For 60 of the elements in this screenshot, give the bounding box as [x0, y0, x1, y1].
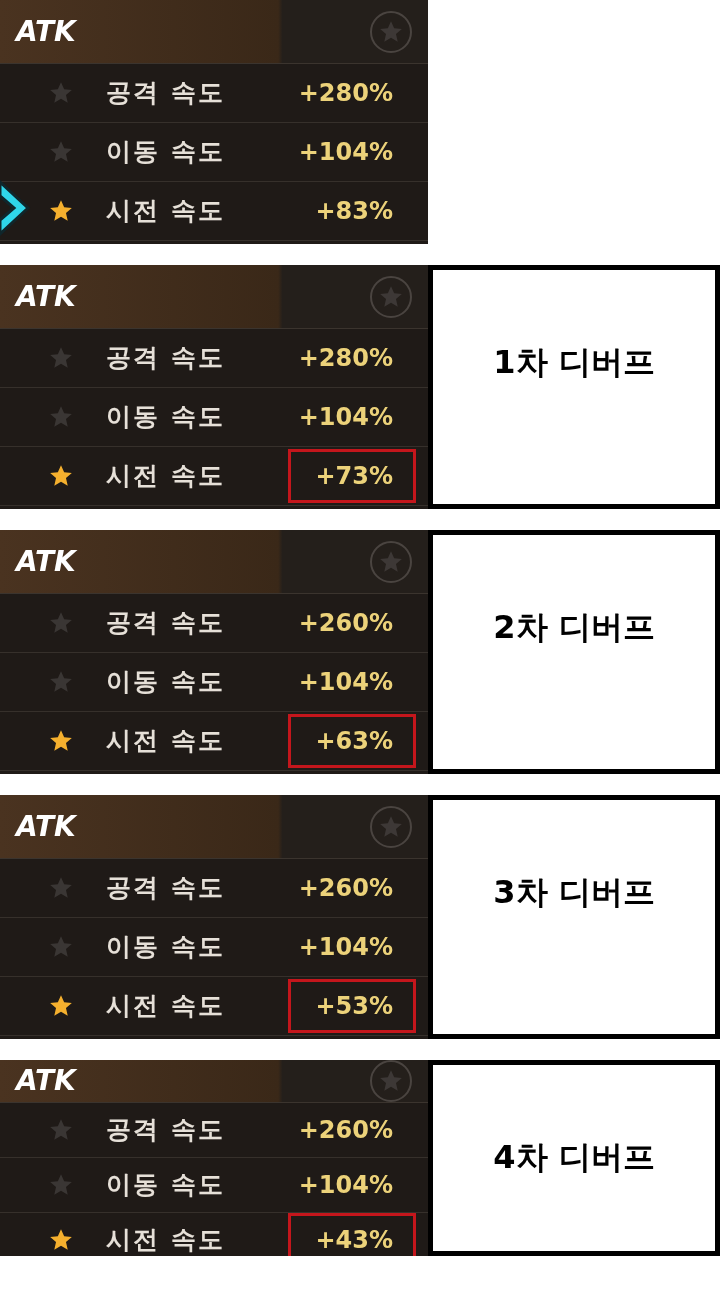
star-icon[interactable]	[48, 80, 74, 106]
stat-label: 이동 속도	[106, 666, 226, 699]
panel-title: ATK	[16, 13, 76, 50]
stat-value: +53%	[288, 979, 416, 1033]
note-text: 1차 디버프	[493, 342, 655, 383]
star-icon[interactable]	[48, 993, 74, 1019]
star-icon[interactable]	[48, 1172, 74, 1198]
star-icon[interactable]	[48, 404, 74, 430]
favorite-star-button[interactable]	[370, 540, 412, 583]
note-text: 2차 디버프	[493, 607, 655, 648]
star-icon[interactable]	[48, 345, 74, 371]
star-icon[interactable]	[48, 669, 74, 695]
stat-label: 시전 속도	[106, 1224, 226, 1256]
star-icon[interactable]	[48, 198, 74, 224]
stat-label: 이동 속도	[106, 1169, 226, 1202]
stat-value: +73%	[288, 449, 416, 503]
star-icon[interactable]	[48, 934, 74, 960]
favorite-star-button[interactable]	[370, 805, 412, 848]
note-text: 4차 디버프	[493, 1137, 655, 1178]
star-icon	[378, 1068, 404, 1094]
stat-label: 시전 속도	[106, 990, 226, 1023]
stat-label: 이동 속도	[106, 401, 226, 434]
favorite-star-button[interactable]	[370, 275, 412, 318]
stat-label: 공격 속도	[106, 77, 226, 110]
star-icon[interactable]	[48, 1227, 74, 1253]
stat-label: 공격 속도	[106, 872, 226, 905]
stat-value: +104%	[297, 1170, 394, 1201]
note-text: 3차 디버프	[493, 872, 655, 913]
stat-value: +104%	[297, 402, 394, 433]
stat-value: +260%	[297, 1115, 394, 1146]
star-icon[interactable]	[48, 728, 74, 754]
star-icon[interactable]	[48, 875, 74, 901]
stat-label: 시전 속도	[106, 725, 226, 758]
panel-title: ATK	[16, 278, 76, 315]
stat-value: +280%	[297, 343, 394, 374]
stat-value: +280%	[297, 78, 394, 109]
panel-title: ATK	[16, 543, 76, 580]
stat-label: 시전 속도	[106, 195, 226, 228]
stat-value: +63%	[288, 714, 416, 768]
stat-label: 공격 속도	[106, 607, 226, 640]
stat-label: 공격 속도	[106, 342, 226, 375]
panel-title: ATK	[16, 1063, 76, 1099]
stat-value: +260%	[297, 873, 394, 904]
star-icon[interactable]	[48, 1117, 74, 1143]
panel-title: ATK	[16, 808, 76, 845]
stat-value: +104%	[297, 667, 394, 698]
stat-label: 공격 속도	[106, 1114, 226, 1147]
favorite-star-button[interactable]	[370, 1060, 412, 1102]
stat-value: +83%	[314, 196, 394, 227]
stat-label: 이동 속도	[106, 931, 226, 964]
star-icon[interactable]	[48, 610, 74, 636]
stat-label: 시전 속도	[106, 460, 226, 493]
star-icon[interactable]	[48, 139, 74, 165]
stat-value: +104%	[297, 137, 394, 168]
favorite-star-button[interactable]	[370, 10, 412, 53]
star-icon[interactable]	[48, 463, 74, 489]
stat-label: 이동 속도	[106, 136, 226, 169]
stat-value: +43%	[288, 1213, 416, 1256]
stat-value: +260%	[297, 608, 394, 639]
stat-value: +104%	[297, 932, 394, 963]
